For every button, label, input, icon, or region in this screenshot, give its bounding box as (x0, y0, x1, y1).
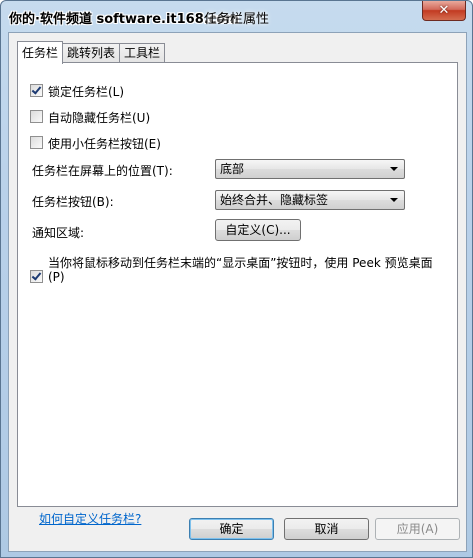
tab-jump-lists[interactable]: 跳转列表 (62, 43, 121, 63)
notification-area-label: 通知区域: (32, 226, 85, 240)
lock-taskbar-label: 锁定任务栏(L) (48, 85, 125, 99)
apply-button[interactable]: 应用(A) (375, 518, 460, 540)
location-label: 任务栏在屏幕上的位置(T): (32, 164, 173, 178)
tab-taskbar[interactable]: 任务栏 (17, 41, 64, 64)
close-icon: ✕ (438, 3, 450, 18)
taskbar-buttons-value: 始终合并、隐藏标签 (220, 193, 329, 207)
lock-taskbar-checkbox[interactable] (30, 84, 43, 97)
auto-hide-label: 自动隐藏任务栏(U) (48, 111, 151, 125)
tab-strip: 任务栏 跳转列表 工具栏 (17, 41, 166, 64)
auto-hide-checkbox[interactable] (30, 110, 43, 123)
tab-panel-taskbar: 锁定任务栏(L) 自动隐藏任务栏(U) 使用小任务栏按钮(E) 任务栏在屏幕上的… (17, 62, 458, 526)
auto-hide-option[interactable]: 自动隐藏任务栏(U) (30, 109, 150, 126)
peek-accesskey: (P) (48, 270, 65, 284)
small-buttons-label: 使用小任务栏按钮(E) (48, 137, 161, 151)
dialog-body: 任务栏 跳转列表 工具栏 锁定任务栏(L) 自动隐藏任务栏(U) 使用小任务栏按… (8, 32, 467, 552)
taskbar-buttons-label: 任务栏按钮(B): (32, 195, 114, 209)
cancel-button[interactable]: 取消 (284, 518, 369, 540)
help-link[interactable]: 如何自定义任务栏? (39, 510, 141, 527)
peek-option[interactable]: 当你将鼠标移动到任务栏末端的“显示桌面”按钮时，使用 Peek 预览桌面 (P) (30, 256, 450, 284)
peek-label: 当你将鼠标移动到任务栏末端的“显示桌面”按钮时，使用 Peek 预览桌面 (48, 256, 433, 270)
location-dropdown[interactable]: 底部 (215, 159, 405, 179)
customize-button[interactable]: 自定义(C)... (215, 219, 301, 241)
small-buttons-checkbox[interactable] (30, 136, 43, 149)
taskbar-buttons-dropdown[interactable]: 始终合并、隐藏标签 (215, 190, 405, 210)
window-title: 任务栏属性 (204, 12, 270, 27)
chevron-down-icon (390, 198, 398, 202)
tab-toolbars[interactable]: 工具栏 (119, 43, 166, 63)
peek-checkbox[interactable] (30, 270, 43, 283)
ok-button[interactable]: 确定 (189, 518, 274, 540)
small-buttons-option[interactable]: 使用小任务栏按钮(E) (30, 135, 161, 152)
lock-taskbar-option[interactable]: 锁定任务栏(L) (30, 83, 124, 100)
title-bar[interactable]: 你的·软件频道 software.it168.com 任务栏属性 ✕ (1, 1, 472, 31)
close-button[interactable]: ✕ (422, 1, 466, 21)
taskbar-properties-window: 你的·软件频道 software.it168.com 任务栏属性 ✕ 任务栏 跳… (0, 0, 473, 558)
location-value: 底部 (220, 162, 245, 176)
chevron-down-icon (390, 167, 398, 171)
